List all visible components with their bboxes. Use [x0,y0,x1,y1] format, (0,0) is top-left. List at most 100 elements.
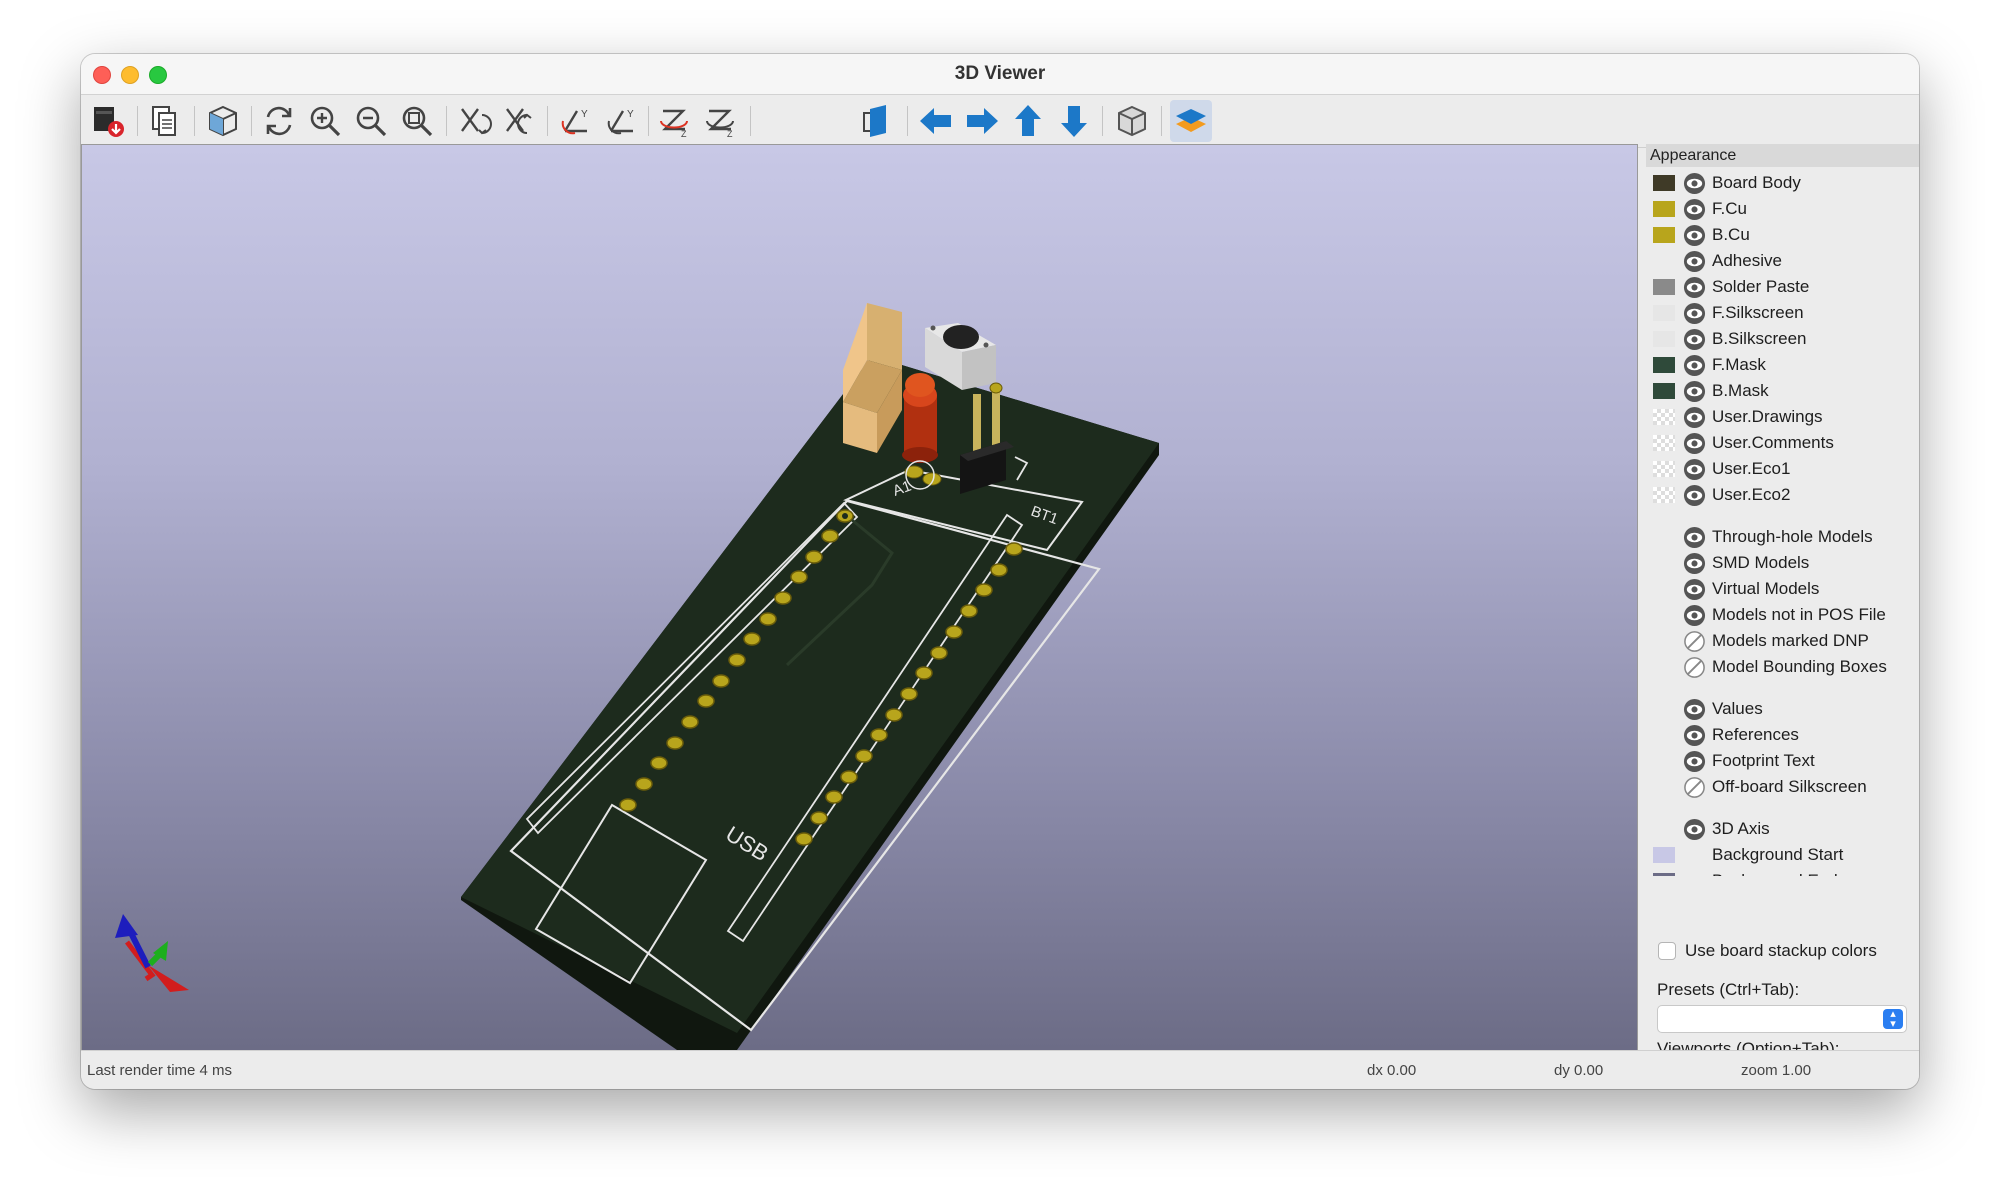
rotate-y-ccw-icon: Y [607,109,634,135]
layer-color-swatch[interactable] [1653,279,1675,295]
appearance-header: Appearance [1646,144,1919,167]
layer-row[interactable]: Background End [1646,868,1904,876]
layer-row[interactable]: F.Mask [1646,352,1904,378]
layer-row[interactable]: Off-board Silkscreen [1646,774,1904,800]
export-image-button[interactable] [87,100,129,142]
layer-row[interactable]: Solder Paste [1646,274,1904,300]
toggle-appearance-button[interactable] [1170,100,1212,142]
layer-row[interactable]: Models not in POS File [1646,602,1904,628]
eye-icon[interactable] [1683,484,1706,507]
layer-row[interactable]: Adhesive [1646,248,1904,274]
redraw-button[interactable] [258,100,300,142]
layer-label: References [1712,725,1799,744]
layer-color-swatch[interactable] [1653,305,1675,321]
zoom-in-button[interactable] [304,100,346,142]
use-stackup-colors-checkbox[interactable] [1658,942,1676,960]
eye-icon[interactable] [1683,698,1706,721]
eye-icon[interactable] [1683,250,1706,273]
rotate-z-cw-button[interactable]: Z [654,100,696,142]
layer-row[interactable]: B.Mask [1646,378,1904,404]
eye-icon[interactable] [1683,458,1706,481]
layer-label: Models not in POS File [1712,605,1886,624]
copy-clipboard-button[interactable] [144,100,186,142]
layer-label: Virtual Models [1712,579,1820,598]
layer-row[interactable]: Models marked DNP [1646,628,1904,654]
rotate-x-cw-button[interactable] [453,100,495,142]
eye-icon[interactable] [1683,172,1706,195]
move-right-button[interactable] [961,100,1003,142]
layer-row[interactable]: Background Start [1646,842,1904,868]
eye-hidden-icon[interactable] [1683,630,1706,653]
eye-icon[interactable] [1683,406,1706,429]
layer-color-swatch[interactable] [1653,175,1675,191]
rotate-y-ccw-button[interactable]: Y [600,100,642,142]
layer-color-swatch[interactable] [1653,487,1675,503]
eye-icon[interactable] [1683,578,1706,601]
reload-board-button[interactable] [202,100,244,142]
layer-label: Models marked DNP [1712,631,1869,650]
layer-row[interactable]: User.Drawings [1646,404,1904,430]
svg-text:Z: Z [727,129,733,139]
layer-row[interactable]: Virtual Models [1646,576,1904,602]
layer-color-swatch[interactable] [1653,201,1675,217]
zoom-fit-button[interactable] [396,100,438,142]
zoom-out-button[interactable] [350,100,392,142]
layer-row[interactable]: References [1646,722,1904,748]
layer-color-swatch[interactable] [1653,847,1675,863]
presets-label: Presets (Ctrl+Tab): [1657,980,1800,999]
layer-color-swatch[interactable] [1653,383,1675,399]
eye-icon[interactable] [1683,724,1706,747]
eye-icon[interactable] [1683,224,1706,247]
layer-color-swatch[interactable] [1653,227,1675,243]
layer-row[interactable]: F.Silkscreen [1646,300,1904,326]
layer-color-swatch[interactable] [1653,873,1675,876]
rotate-z-ccw-button[interactable]: Z [700,100,742,142]
layer-color-swatch[interactable] [1653,461,1675,477]
svg-text:Z: Z [681,129,687,139]
eye-icon[interactable] [1683,302,1706,325]
rotate-y-cw-icon: Y [561,109,588,135]
layer-label: 3D Axis [1712,819,1770,838]
presets-select[interactable]: ▴ ▾ [1657,1005,1907,1033]
eye-icon[interactable] [1683,526,1706,549]
layer-row[interactable]: Footprint Text [1646,748,1904,774]
layer-row[interactable]: User.Eco1 [1646,456,1904,482]
layer-row[interactable]: Model Bounding Boxes [1646,654,1904,680]
ortho-view-button[interactable] [1111,100,1153,142]
eye-icon[interactable] [1683,552,1706,575]
zoom-status: zoom 1.00 [1741,1062,1812,1079]
eye-icon[interactable] [1683,818,1706,841]
eye-icon[interactable] [1683,432,1706,455]
rotate-y-cw-button[interactable]: Y [554,100,596,142]
layer-row[interactable]: B.Silkscreen [1646,326,1904,352]
eye-hidden-icon[interactable] [1683,776,1706,799]
layer-row[interactable]: 3D Axis [1646,816,1904,842]
layer-row[interactable]: B.Cu [1646,222,1904,248]
layer-color-swatch[interactable] [1653,435,1675,451]
eye-icon[interactable] [1683,328,1706,351]
eye-icon[interactable] [1683,604,1706,627]
eye-icon[interactable] [1683,380,1706,403]
rotate-x-ccw-button[interactable] [498,100,540,142]
eye-icon[interactable] [1683,198,1706,221]
flip-board-button[interactable] [857,100,899,142]
layer-row[interactable]: Through-hole Models [1646,524,1904,550]
move-up-button[interactable] [1007,100,1049,142]
eye-icon[interactable] [1683,354,1706,377]
layer-color-swatch[interactable] [1653,331,1675,347]
eye-icon[interactable] [1683,750,1706,773]
layer-row[interactable]: User.Comments [1646,430,1904,456]
3d-canvas[interactable]: USB A1 BT1 [81,144,1638,1051]
layer-row[interactable]: User.Eco2 [1646,482,1904,508]
rotate-x-ccw-icon [506,108,532,134]
move-down-button[interactable] [1053,100,1095,142]
layer-row[interactable]: SMD Models [1646,550,1904,576]
layer-color-swatch[interactable] [1653,357,1675,373]
layer-row[interactable]: Values [1646,696,1904,722]
move-left-button[interactable] [915,100,957,142]
eye-hidden-icon[interactable] [1683,656,1706,679]
layer-row[interactable]: Board Body [1646,170,1904,196]
eye-icon[interactable] [1683,276,1706,299]
layer-row[interactable]: F.Cu [1646,196,1904,222]
layer-color-swatch[interactable] [1653,409,1675,425]
